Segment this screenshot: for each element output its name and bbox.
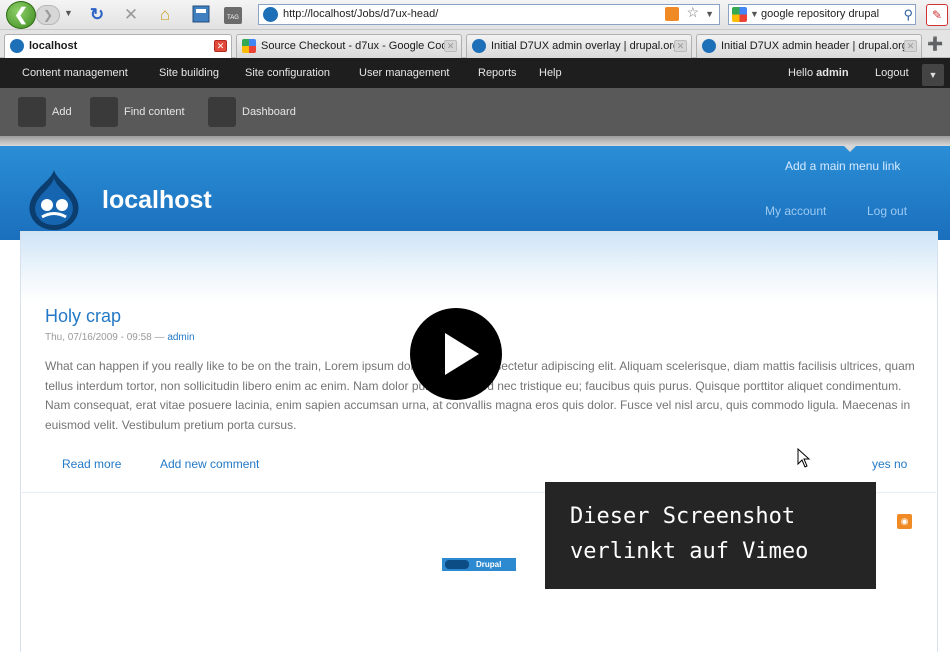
search-engine-icon[interactable] (732, 7, 747, 22)
powered-by-drupal-badge[interactable]: Drupal (442, 558, 516, 571)
forward-button[interactable]: ❯ (36, 5, 60, 25)
header-notch (844, 146, 856, 152)
greeting-label: Hello (788, 67, 814, 79)
search-icon[interactable]: ⚲ (903, 5, 913, 24)
add-main-menu-link[interactable]: Add a main menu link (785, 159, 900, 173)
log-out-link[interactable]: Log out (867, 204, 907, 218)
tag-icon[interactable]: TAG (222, 4, 244, 26)
admin-menu-reports[interactable]: Reports (478, 58, 517, 88)
admin-menu-site-building[interactable]: Site building (159, 58, 219, 88)
tab-strip: localhost ✕ Source Checkout - d7ux - Goo… (0, 30, 950, 59)
logout-link[interactable]: Logout (875, 58, 909, 88)
tab-source-checkout[interactable]: Source Checkout - d7ux - Google Code ✕ (236, 34, 462, 58)
address-bar[interactable]: http://localhost/Jobs/d7ux-head/ ☆ ▼ (258, 4, 720, 25)
node-submitted: Thu, 07/16/2009 - 09:58 — admin (45, 332, 195, 343)
admin-menu-site-configuration[interactable]: Site configuration (245, 58, 330, 88)
browser-toolbar: ❮ ❯ ▼ ↻ ✕ ⌂ TAG http://localhost/Jobs/d7… (0, 0, 950, 30)
shortcut-dashboard-icon (208, 97, 236, 127)
shortcut-dashboard[interactable]: Dashboard (208, 97, 308, 127)
tab-label: Initial D7UX admin overlay | drupal.org (491, 40, 680, 52)
close-icon[interactable]: ✕ (444, 40, 457, 52)
bookmarks-icon[interactable] (190, 4, 212, 26)
url-dropdown-icon[interactable]: ▼ (705, 5, 714, 24)
reload-icon[interactable]: ↻ (86, 4, 108, 26)
shortcut-find-content-icon (90, 97, 118, 127)
toolbar-shadow (0, 136, 950, 146)
tab-label: Initial D7UX admin header | drupal.org (721, 40, 908, 52)
search-box[interactable]: ▼ google repository drupal ⚲ (728, 4, 916, 25)
search-engine-dropdown-icon[interactable]: ▼ (750, 5, 759, 24)
admin-menu-content-management[interactable]: Content management (22, 58, 128, 88)
tab-favicon-icon (702, 39, 716, 53)
node-date: Thu, 07/16/2009 - 09:58 (45, 332, 152, 343)
admin-menu-help[interactable]: Help (539, 58, 562, 88)
bookmark-star-icon[interactable]: ☆ (686, 3, 699, 22)
play-button[interactable] (410, 308, 502, 400)
url-text[interactable]: http://localhost/Jobs/d7ux-head/ (283, 8, 438, 20)
yes-no-links[interactable]: yes no (872, 457, 907, 471)
powered-by-label: Drupal (476, 560, 502, 569)
close-icon[interactable]: ✕ (674, 40, 687, 52)
rss-feed-icon[interactable]: ◉ (897, 514, 912, 529)
back-button[interactable]: ❮ (6, 1, 36, 29)
page-favicon-icon (263, 7, 278, 22)
site-header: Add a main menu link localhost My accoun… (0, 146, 950, 240)
history-dropdown-icon[interactable]: ▼ (64, 8, 73, 18)
notes-icon[interactable]: ✎ (926, 4, 948, 26)
my-account-link[interactable]: My account (765, 204, 826, 218)
tab-admin-header[interactable]: Initial D7UX admin header | drupal.org ✕ (696, 34, 922, 58)
node-author-link[interactable]: admin (167, 332, 194, 343)
greeting: Hello admin (788, 58, 849, 88)
read-more-link[interactable]: Read more (62, 457, 121, 471)
rss-icon[interactable] (665, 7, 679, 21)
node-title[interactable]: Holy crap (45, 306, 121, 327)
username[interactable]: admin (816, 67, 848, 79)
shortcut-label: Add (52, 106, 72, 118)
shortcut-label: Dashboard (242, 106, 296, 118)
drupal-drop-icon (445, 560, 469, 569)
shortcut-add[interactable]: Add (18, 97, 78, 127)
admin-menu: Content management Site building Site co… (0, 58, 950, 88)
home-icon[interactable]: ⌂ (154, 4, 176, 26)
stop-icon[interactable]: ✕ (120, 4, 142, 26)
shortcut-add-icon (18, 97, 46, 127)
search-input[interactable]: google repository drupal (761, 8, 879, 20)
drupal-logo-icon[interactable] (24, 168, 84, 232)
tab-label: localhost (29, 40, 78, 52)
tab-favicon-icon (242, 39, 256, 53)
close-icon[interactable]: ✕ (214, 40, 227, 52)
tab-favicon-icon (472, 39, 486, 53)
screenshot: ❮ ❯ ▼ ↻ ✕ ⌂ TAG http://localhost/Jobs/d7… (0, 0, 950, 652)
shortcuts-bar: Add Find content Dashboard (0, 88, 950, 136)
new-tab-icon[interactable]: ➕ (927, 36, 943, 52)
svg-text:TAG: TAG (227, 15, 239, 21)
tab-label: Source Checkout - d7ux - Google Code (261, 40, 454, 52)
admin-menu-user-management[interactable]: User management (359, 58, 450, 88)
play-icon (445, 333, 479, 375)
add-comment-link[interactable]: Add new comment (160, 457, 259, 471)
vimeo-notice[interactable]: Dieser Screenshot verlinkt auf Vimeo (545, 482, 876, 589)
mouse-cursor-icon (797, 448, 811, 468)
tab-favicon-icon (10, 39, 24, 53)
shortcut-label: Find content (124, 106, 185, 118)
node-meta-separator: — (154, 332, 165, 343)
chevron-down-icon[interactable]: ▼ (922, 64, 944, 86)
close-icon[interactable]: ✕ (904, 40, 917, 52)
site-name[interactable]: localhost (102, 186, 212, 215)
tab-localhost[interactable]: localhost ✕ (4, 34, 232, 59)
shortcut-find-content[interactable]: Find content (90, 97, 200, 127)
tab-admin-overlay[interactable]: Initial D7UX admin overlay | drupal.org … (466, 34, 692, 58)
